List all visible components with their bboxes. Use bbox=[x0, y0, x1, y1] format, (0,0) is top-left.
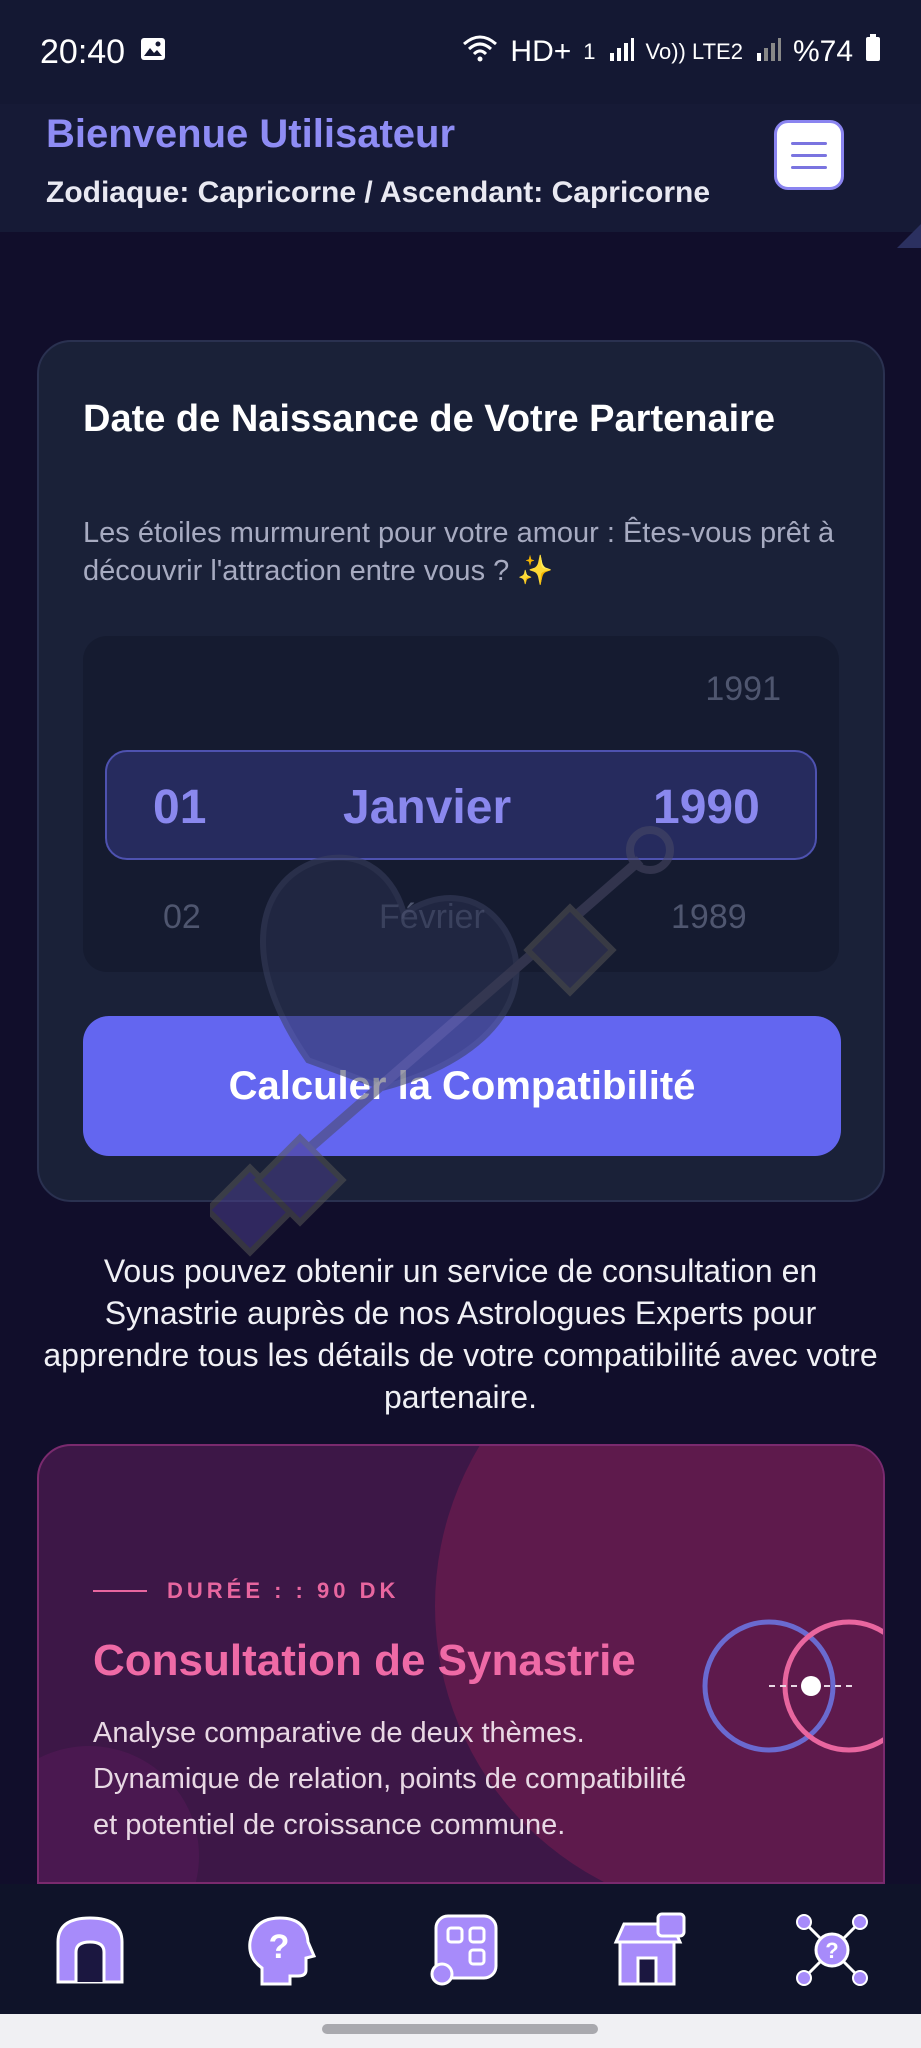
picker-selected-day[interactable]: 01 bbox=[153, 780, 206, 835]
network-sub: 1 bbox=[583, 39, 596, 64]
status-right: HD+ 1 Vo)) LTE2 %74 bbox=[462, 34, 881, 70]
nav-apps-icon[interactable] bbox=[426, 1912, 502, 1988]
nav-question-head-icon[interactable]: ? bbox=[242, 1912, 318, 1988]
gesture-handle[interactable] bbox=[322, 2024, 598, 2034]
offer-duration: DURÉE : : 90 DK bbox=[167, 1578, 400, 1603]
status-left: 20:40 bbox=[40, 33, 167, 72]
hamburger-menu-button[interactable] bbox=[774, 120, 844, 190]
battery-text: %74 bbox=[792, 35, 853, 68]
bottom-navigation: ? ? bbox=[0, 1884, 921, 2014]
gallery-icon bbox=[139, 33, 167, 72]
date-picker[interactable]: 1991 01 Janvier 1990 02 Février 1989 bbox=[83, 636, 839, 972]
network-type: HD+ bbox=[510, 35, 572, 68]
offer-description: Analyse comparative de deux thèmes. Dyna… bbox=[93, 1717, 687, 1841]
status-time: 20:40 bbox=[40, 32, 126, 71]
app-header: Bienvenue Utilisateur Zodiaque: Capricor… bbox=[0, 104, 921, 232]
offer-title: Consultation de Synastrie bbox=[93, 1636, 636, 1685]
welcome-title: Bienvenue Utilisateur bbox=[46, 112, 456, 156]
picker-day-below[interactable]: 02 bbox=[163, 898, 201, 937]
offer-divider bbox=[93, 1590, 147, 1592]
card-description: Les étoiles murmurent pour votre amour :… bbox=[83, 517, 835, 587]
lte-label: Vo)) LTE2 bbox=[645, 39, 743, 64]
picker-year-above[interactable]: 1991 bbox=[705, 670, 781, 709]
synastry-offer-card[interactable]: DURÉE : : 90 DK Consultation de Synastri… bbox=[37, 1444, 885, 1884]
picker-selected-year[interactable]: 1990 bbox=[653, 780, 760, 835]
synastry-circles-icon bbox=[702, 1619, 883, 1753]
menu-line bbox=[791, 141, 827, 145]
picker-month-below[interactable]: Février bbox=[379, 898, 485, 937]
partner-birthdate-card: Date de Naissance de Votre Partenaire Le… bbox=[37, 340, 885, 1202]
calculate-compatibility-button[interactable]: Calculer la Compatibilité bbox=[83, 1016, 841, 1156]
picker-selected-row[interactable]: 01 Janvier 1990 bbox=[105, 750, 817, 860]
nav-shop-icon[interactable] bbox=[612, 1912, 688, 1988]
nav-network-help-icon[interactable]: ? bbox=[794, 1912, 870, 1988]
synastry-info-text: Vous pouvez obtenir un service de consul… bbox=[43, 1253, 878, 1415]
picker-year-below[interactable]: 1989 bbox=[671, 898, 747, 937]
signal-icon bbox=[608, 35, 634, 69]
signal-2-icon bbox=[755, 35, 781, 69]
menu-line bbox=[791, 165, 827, 169]
battery-icon bbox=[865, 34, 881, 70]
menu-line bbox=[791, 153, 827, 157]
nav-home-icon[interactable] bbox=[52, 1912, 128, 1988]
picker-selected-month[interactable]: Janvier bbox=[343, 780, 511, 835]
svg-text:?: ? bbox=[269, 1928, 290, 1966]
header-corner-decoration bbox=[897, 224, 921, 248]
system-gesture-area bbox=[0, 2014, 921, 2048]
status-bar: 20:40 HD+ 1 Vo)) LTE2 %74 bbox=[0, 0, 921, 104]
card-title: Date de Naissance de Votre Partenaire bbox=[83, 398, 776, 440]
wifi-icon bbox=[462, 34, 498, 70]
zodiac-subtitle: Zodiaque: Capricorne / Ascendant: Capric… bbox=[46, 176, 710, 209]
svg-text:?: ? bbox=[825, 1938, 838, 1963]
